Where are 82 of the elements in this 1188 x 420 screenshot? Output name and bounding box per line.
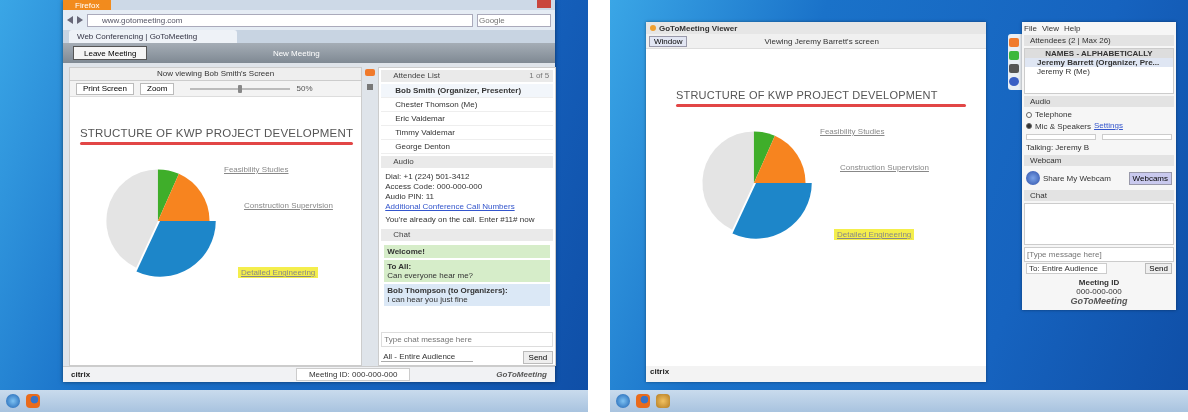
menu-item[interactable]: View xyxy=(1041,24,1060,33)
conference-numbers-link[interactable]: Additional Conference Call Numbers xyxy=(385,202,515,211)
recipient-dropdown[interactable]: To: Entire Audience xyxy=(1026,263,1107,274)
section-header[interactable]: Audio xyxy=(381,156,554,168)
radio-button[interactable] xyxy=(1026,111,1032,118)
meeting-title: New Meeting xyxy=(271,48,321,58)
chart-label: Detailed Engineering xyxy=(834,229,915,240)
attendee-item[interactable]: Timmy Valdemar xyxy=(381,126,554,140)
meeting-id-field: Meeting ID: 000-000-000 xyxy=(295,368,411,381)
chart-label: Feasibility Studies xyxy=(820,127,885,136)
attendee-item[interactable]: Jeremy Barrett (Organizer, Pre... xyxy=(1025,58,1173,67)
recipient-dropdown[interactable]: All - Entire Audience xyxy=(381,352,474,362)
audio-note: You're already on the call. Enter #11# now xyxy=(385,215,536,225)
message-text: I can hear you just fine xyxy=(387,295,469,304)
option-label: Mic & Speakers xyxy=(1035,121,1092,131)
audio-info-line: Dial: +1 (224) 501-3412 xyxy=(385,172,471,182)
audio-info-line: Audio PIN: 11 xyxy=(385,192,435,202)
section-header[interactable]: Audio xyxy=(1024,96,1174,107)
slide-title: STRUCTURE OF KWP PROJECT DEVELOPMENT xyxy=(80,127,354,139)
toolbar-button[interactable]: Zoom xyxy=(140,82,175,95)
message-text: Can everyone hear me? xyxy=(387,271,475,280)
attendee-item[interactable]: Chester Thomson (Me) xyxy=(381,98,554,112)
chart-label: Construction Supervision xyxy=(244,201,333,210)
browser-icon[interactable] xyxy=(636,394,650,408)
option-label: Telephone xyxy=(1035,110,1072,119)
send-button[interactable]: Send xyxy=(1145,263,1172,274)
citrix-logo: citrix xyxy=(71,370,91,379)
toolbar-button[interactable]: Print Screen xyxy=(76,82,135,95)
microphone-meter xyxy=(1026,134,1096,140)
browser-icon[interactable] xyxy=(26,394,40,408)
meeting-id: 000-000-000 xyxy=(1076,287,1122,296)
gotomeeting-logo: GoToMeeting xyxy=(1070,296,1128,306)
menu-item[interactable]: Help xyxy=(1064,24,1081,33)
audio-info-line: Access Code: 000-000-000 xyxy=(385,182,484,192)
attendee-item[interactable]: George Denton xyxy=(381,140,554,154)
chart-label: Construction Supervision xyxy=(840,163,929,172)
search-field[interactable]: Google xyxy=(477,13,551,27)
attendee-item[interactable]: Eric Valdemar xyxy=(381,112,554,126)
attendee-item[interactable]: Jeremy R (Me) xyxy=(1025,67,1173,76)
attendee-count: 1 of 5 xyxy=(529,70,550,82)
settings-link[interactable]: Settings xyxy=(1094,121,1123,131)
section-header[interactable]: Chat xyxy=(1024,190,1174,201)
leave-meeting-button[interactable]: Leave Meeting xyxy=(73,46,148,60)
chat-input-field[interactable]: Type chat message here xyxy=(381,332,554,347)
section-header[interactable]: Chat xyxy=(381,229,554,241)
address-field[interactable]: www.gotomeeting.com xyxy=(87,13,473,27)
section-header[interactable]: Webcam xyxy=(1024,155,1174,166)
message-sender: Bob Thompson (to Organizers): xyxy=(387,286,509,295)
app-taskbar-icon[interactable] xyxy=(656,394,670,408)
attendee-item[interactable]: Bob Smith (Organizer, Presenter) xyxy=(381,84,554,98)
talking-status: Talking: Jeremy B xyxy=(1025,142,1091,153)
app-icon xyxy=(650,25,656,31)
chat-input-field[interactable]: [Type message here] xyxy=(1024,247,1174,262)
viewer-header: Viewing Jeremy Barrett's screen xyxy=(763,36,880,46)
section-header[interactable]: Attendees (2 | Max 26) xyxy=(1024,35,1174,46)
webcam-label: Share My Webcam xyxy=(1043,173,1111,183)
webcams-button[interactable]: Webcams xyxy=(1128,171,1172,185)
meeting-id-label: Meeting ID xyxy=(1078,278,1120,287)
chart-label: Feasibility Studies xyxy=(224,165,289,174)
circle-icon[interactable] xyxy=(1009,77,1019,86)
speaker-meter xyxy=(1102,134,1172,140)
chart-label: Detailed Engineering xyxy=(238,267,319,278)
section-title: Attendee List xyxy=(393,70,440,82)
browser-tab[interactable]: Web Conferencing | GoToMeeting xyxy=(69,30,238,43)
window-title: GoToMeeting Viewer xyxy=(659,23,738,33)
start-button-icon[interactable] xyxy=(6,394,20,408)
viewer-header: Now viewing Bob Smith's Screen xyxy=(70,68,362,81)
back-icon[interactable] xyxy=(67,16,73,24)
menu-item[interactable]: File xyxy=(1024,24,1037,33)
section-header[interactable]: Attendee List 1 of 5 xyxy=(381,70,554,82)
radio-button[interactable] xyxy=(1026,123,1032,129)
window-button[interactable]: Window xyxy=(649,35,688,47)
column-header[interactable]: NAMES - ALPHABETICALLY xyxy=(1025,49,1173,58)
zoom-slider-thumb[interactable] xyxy=(238,84,243,93)
send-button[interactable]: Send xyxy=(522,350,554,364)
citrix-logo: citrix xyxy=(646,366,986,382)
start-button-icon[interactable] xyxy=(616,394,630,408)
message-sender: To All: xyxy=(387,262,413,271)
zoom-reading: 50% xyxy=(296,84,313,93)
slide-title: STRUCTURE OF KWP PROJECT DEVELOPMENT xyxy=(676,89,939,101)
message-sender: Welcome! xyxy=(387,247,426,256)
gotomeeting-logo: GoToMeeting xyxy=(496,370,547,379)
